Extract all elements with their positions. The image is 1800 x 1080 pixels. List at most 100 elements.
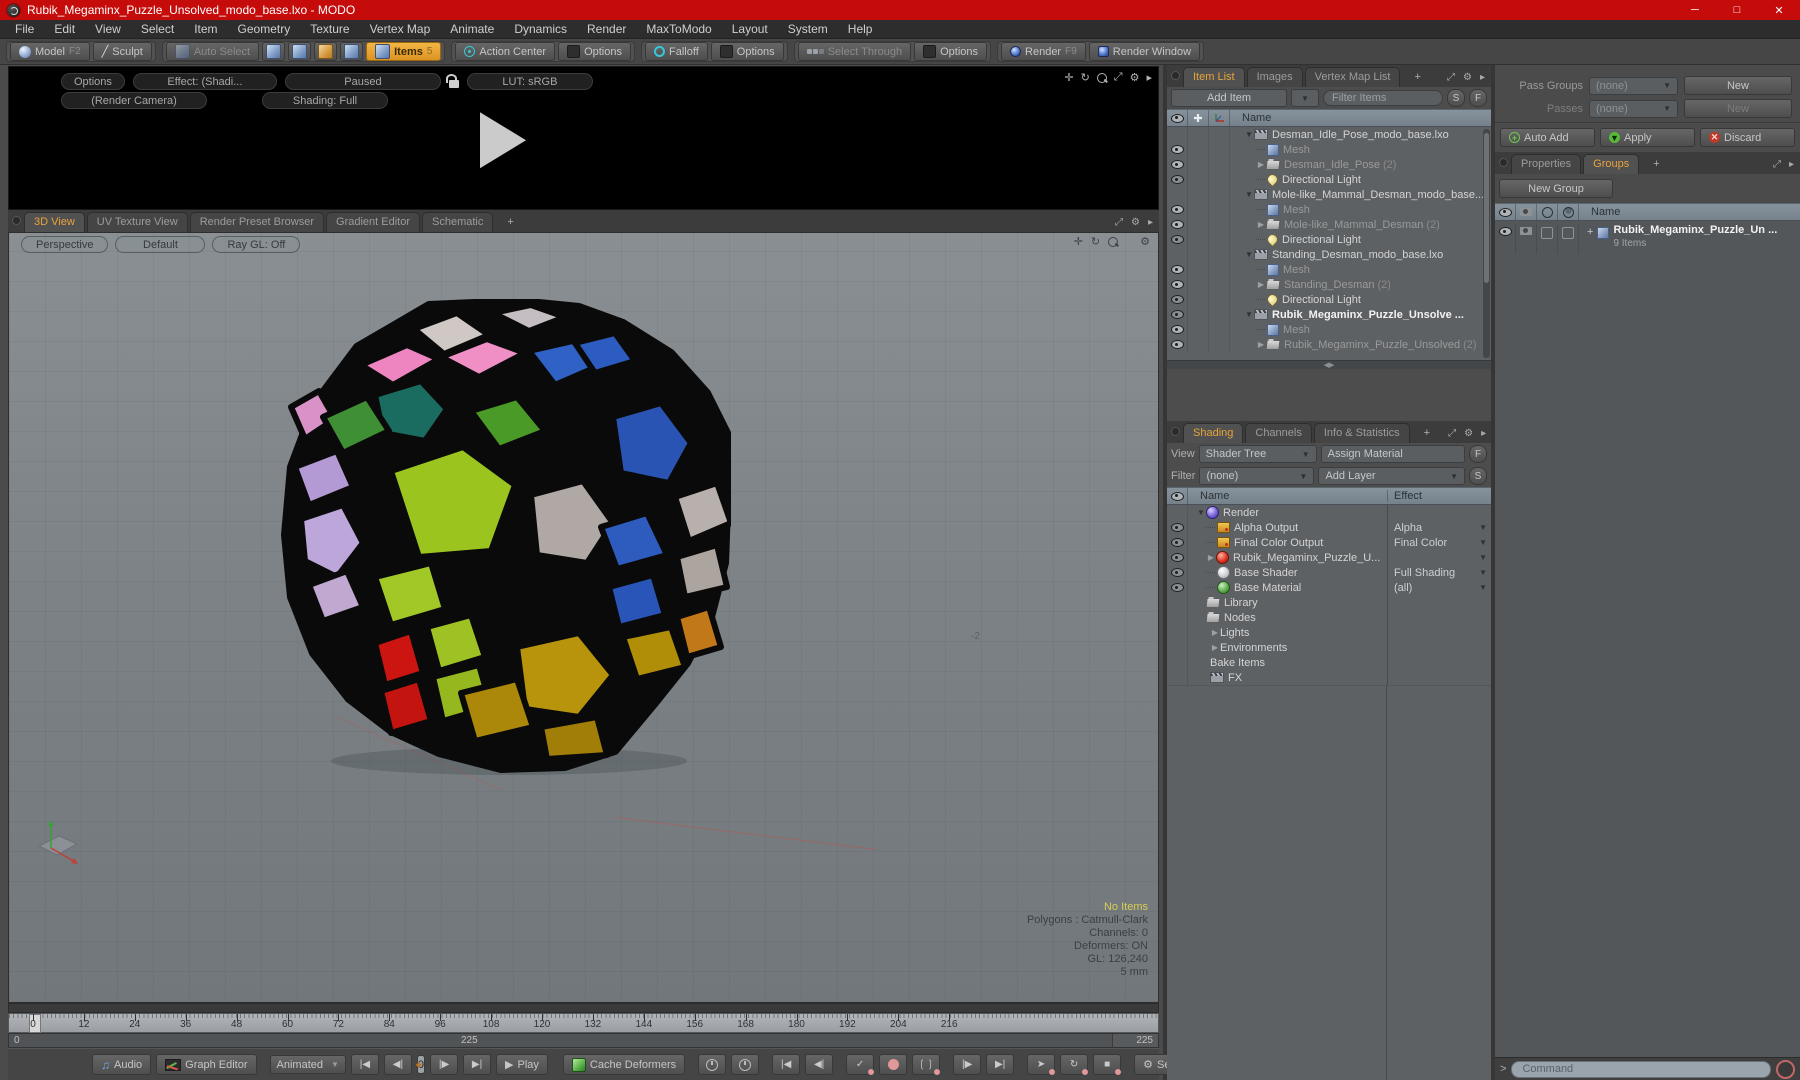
falloff-options-button[interactable]: Options <box>710 42 784 61</box>
view-dropdown[interactable]: Shader Tree ▼ <box>1198 445 1317 463</box>
item-label[interactable]: Directional Light <box>1282 174 1361 186</box>
item-list-row[interactable]: Directional Light <box>1167 291 1491 308</box>
new-group-button[interactable]: New Group <box>1499 179 1613 198</box>
select-vertex-mode-button[interactable] <box>262 42 286 61</box>
time-tool-button[interactable] <box>698 1054 727 1075</box>
expanded-arrow-icon[interactable]: ▼ <box>1244 310 1254 319</box>
shader-tree-row[interactable]: Base Shader Full Shading ▼ <box>1167 565 1491 580</box>
item-label[interactable]: Directional Light <box>1282 294 1361 306</box>
command-input[interactable] <box>1511 1060 1771 1078</box>
preview-options-button[interactable]: Options <box>61 73 125 90</box>
shader-label[interactable]: Final Color Output <box>1234 537 1323 549</box>
tab-uv-texture-view[interactable]: UV Texture View <box>86 212 188 232</box>
shader-label[interactable]: Library <box>1224 597 1258 609</box>
group-name[interactable]: Rubik_Megaminx_Puzzle_Un ... <box>1613 224 1777 237</box>
collapsed-arrow-icon[interactable]: ▶ <box>1256 340 1266 349</box>
shader-label[interactable]: Environments <box>1220 642 1287 654</box>
shader-tree-row[interactable]: ▼ Render <box>1167 505 1491 520</box>
select-edge-mode-button[interactable] <box>288 42 312 61</box>
lock-icon[interactable] <box>445 73 459 88</box>
previous-key-button[interactable]: |◀ <box>772 1054 801 1075</box>
rotate-icon[interactable]: ↻ <box>1091 235 1100 248</box>
maximize-icon[interactable]: ⤢ <box>1448 428 1456 439</box>
expanded-arrow-icon[interactable]: ▼ <box>1244 130 1254 139</box>
tab-channels[interactable]: Channels <box>1245 423 1312 443</box>
chevron-down-icon[interactable]: ▼ <box>1479 523 1487 532</box>
menu-vertex-map[interactable]: Vertex Map <box>361 22 440 36</box>
next-frame-button[interactable]: |▶ <box>430 1054 459 1075</box>
menu-animate[interactable]: Animate <box>441 22 503 36</box>
filter-items-input[interactable] <box>1323 90 1443 106</box>
chevron-down-icon[interactable]: ▼ <box>1479 568 1487 577</box>
eye-icon[interactable] <box>1170 583 1184 592</box>
eye-icon[interactable] <box>1170 280 1184 289</box>
item-list-row[interactable]: Mesh <box>1167 202 1491 217</box>
menu-render[interactable]: Render <box>578 22 635 36</box>
item-label[interactable]: Standing_Desman <box>1284 279 1375 291</box>
current-frame-field[interactable]: 0 ◆ <box>416 1055 426 1074</box>
item-label[interactable]: Directional Light <box>1282 234 1361 246</box>
checkbox-icon[interactable] <box>1541 227 1553 239</box>
item-list-row[interactable]: ▶ Mole-like_Mammal_Desman (2) <box>1167 217 1491 232</box>
close-button[interactable]: ✕ <box>1758 0 1800 20</box>
panel-arrow-icon[interactable]: ▸ <box>1146 71 1152 84</box>
collapsed-arrow-icon[interactable]: ▶ <box>1256 160 1266 169</box>
new-pass-group-button[interactable]: New <box>1684 76 1792 95</box>
checkbox-icon[interactable] <box>1562 227 1574 239</box>
go-to-end-button[interactable]: ▶| <box>463 1054 492 1075</box>
camera-icon[interactable] <box>1520 227 1532 235</box>
pan-icon[interactable]: ✛ <box>1064 71 1073 84</box>
name-column-header[interactable]: Name <box>1230 112 1271 124</box>
eye-icon[interactable] <box>1170 340 1184 349</box>
sculpt-button[interactable]: ╱ Sculpt <box>92 42 152 61</box>
tab-add-tab[interactable]: + <box>1410 68 1424 87</box>
menu-view[interactable]: View <box>86 22 130 36</box>
visibility-column-icon[interactable] <box>1498 207 1512 217</box>
shader-tree-row[interactable]: Library <box>1167 595 1491 610</box>
falloff-button[interactable]: Falloff <box>645 42 708 61</box>
effect-value[interactable]: (all) <box>1394 582 1412 594</box>
tab-shading[interactable]: Shading <box>1183 423 1244 443</box>
shading-default-button[interactable]: Default <box>115 236 206 253</box>
shader-label[interactable]: Lights <box>1220 627 1249 639</box>
eye-icon[interactable] <box>1170 175 1184 184</box>
tab-info-statistics[interactable]: Info & Statistics <box>1313 423 1410 443</box>
pin-column-icon[interactable]: ✚ <box>1188 110 1209 126</box>
tab-gradient-editor[interactable]: Gradient Editor <box>326 212 420 232</box>
record-translate-button[interactable]: ➤ <box>1027 1054 1056 1075</box>
chevron-down-icon[interactable]: ▼ <box>1479 553 1487 562</box>
scope-button[interactable]: S <box>1469 467 1487 485</box>
item-label[interactable]: Mole-like_Mammal_Desman_modo_base.... <box>1272 189 1487 201</box>
menu-maxtomodo[interactable]: MaxToModo <box>637 22 720 36</box>
item-label[interactable]: Standing_Desman_modo_base.lxo <box>1272 249 1443 261</box>
preview-shading-button[interactable]: Shading: Full <box>262 92 388 109</box>
auto-add-button[interactable]: + Auto Add <box>1500 128 1595 147</box>
timeline-range-bar[interactable]: 0 225 225 <box>8 1033 1159 1048</box>
next-key-button[interactable]: |▶ <box>953 1054 982 1075</box>
discard-button[interactable]: ✕ Discard <box>1700 128 1795 147</box>
tab-add-tab[interactable]: + <box>1649 155 1663 174</box>
item-label[interactable]: Rubik_Megaminx_Puzzle_Unsolved <box>1284 339 1460 351</box>
auto-select-button[interactable]: Auto Select <box>165 42 260 61</box>
menu-edit[interactable]: Edit <box>45 22 84 36</box>
play-button[interactable]: ▶ Play <box>496 1054 548 1075</box>
name-column-header[interactable]: Name <box>1188 490 1387 502</box>
menu-item[interactable]: Item <box>185 22 226 36</box>
previous-frame-button[interactable]: ◀| <box>383 1054 412 1075</box>
scope-button[interactable]: S <box>1447 89 1465 107</box>
minimize-button[interactable]: ─ <box>1674 0 1716 20</box>
add-item-arrow-button[interactable]: ▼ <box>1291 89 1319 107</box>
record-scale-button[interactable]: ■ <box>1093 1054 1122 1075</box>
item-label[interactable]: Desman_Idle_Pose_modo_base.lxo <box>1272 129 1449 141</box>
collapsed-arrow-icon[interactable]: ▶ <box>1256 220 1266 229</box>
shader-tree-row[interactable]: Alpha Output Alpha ▼ <box>1167 520 1491 535</box>
eye-icon[interactable] <box>1170 538 1184 547</box>
graph-editor-button[interactable]: Graph Editor <box>156 1054 257 1075</box>
tab-render-preset-browser[interactable]: Render Preset Browser <box>189 212 325 232</box>
collapsed-arrow-icon[interactable]: ▶ <box>1210 643 1220 652</box>
tab-add-tab[interactable]: + <box>1420 424 1434 443</box>
item-list-row[interactable]: ▼ Mole-like_Mammal_Desman_modo_base.... <box>1167 187 1491 202</box>
filter-column-icon[interactable] <box>1537 204 1558 220</box>
select-polygon-mode-button[interactable] <box>314 42 338 61</box>
item-list-row[interactable]: Directional Light <box>1167 171 1491 188</box>
